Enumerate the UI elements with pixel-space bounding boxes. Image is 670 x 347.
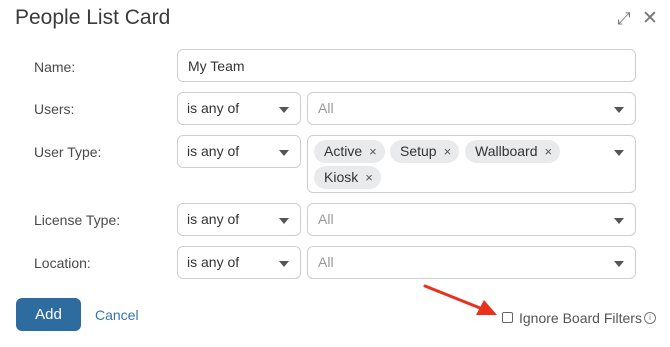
dialog-title: People List Card <box>15 6 171 29</box>
chip-label: Kiosk <box>324 169 359 185</box>
chip-remove-icon[interactable]: × <box>365 170 373 185</box>
license-type-value-select[interactable]: All <box>307 203 636 236</box>
chip-remove-icon[interactable]: × <box>545 144 553 159</box>
license-type-value-placeholder: All <box>318 211 334 227</box>
location-value-select[interactable]: All <box>307 246 636 279</box>
users-value-placeholder: All <box>318 100 334 116</box>
chevron-down-icon <box>279 150 289 156</box>
license-type-label: License Type: <box>34 212 121 228</box>
expand-icon[interactable]: ⤢ <box>617 9 631 29</box>
chip-label: Active <box>324 143 363 159</box>
license-type-operator-select[interactable]: is any of <box>177 203 301 236</box>
user-type-label: User Type: <box>34 144 102 160</box>
chip-setup: Setup × <box>390 140 460 163</box>
users-value-select[interactable]: All <box>307 92 636 125</box>
add-button[interactable]: Add <box>16 298 81 331</box>
chip-kiosk: Kiosk × <box>314 166 381 189</box>
ignore-board-filters-label[interactable]: Ignore Board Filters <box>519 310 642 326</box>
location-value-placeholder: All <box>318 254 334 270</box>
chip-label: Setup <box>400 143 437 159</box>
chevron-down-icon <box>614 261 624 267</box>
chip-wallboard: Wallboard × <box>465 140 561 163</box>
name-label: Name: <box>34 59 76 75</box>
chip-remove-icon[interactable]: × <box>369 144 377 159</box>
user-type-value-select[interactable]: Active × Setup × Wallboard × Kiosk × <box>307 135 636 193</box>
location-operator-select[interactable]: is any of <box>177 246 301 279</box>
close-icon[interactable]: ✕ <box>642 7 658 30</box>
chevron-down-icon <box>279 261 289 267</box>
chevron-down-icon <box>279 107 289 113</box>
cancel-link[interactable]: Cancel <box>95 307 139 323</box>
user-type-operator-select[interactable]: is any of <box>177 135 301 168</box>
user-type-operator-value: is any of <box>187 143 240 159</box>
chip-active: Active × <box>314 140 385 163</box>
chevron-down-icon <box>614 150 624 156</box>
license-type-operator-value: is any of <box>187 211 240 227</box>
users-label: Users: <box>34 101 75 117</box>
location-label: Location: <box>34 255 91 271</box>
chip-remove-icon[interactable]: × <box>444 144 452 159</box>
annotation-arrow-icon <box>423 284 497 315</box>
ignore-board-filters-checkbox[interactable] <box>502 312 513 323</box>
chip-label: Wallboard <box>475 143 538 159</box>
info-icon[interactable]: i <box>644 312 656 324</box>
chevron-down-icon <box>614 107 624 113</box>
chevron-down-icon <box>614 218 624 224</box>
location-operator-value: is any of <box>187 254 240 270</box>
users-operator-select[interactable]: is any of <box>177 92 301 125</box>
name-input[interactable] <box>177 49 636 82</box>
users-operator-value: is any of <box>187 100 240 116</box>
chevron-down-icon <box>279 218 289 224</box>
